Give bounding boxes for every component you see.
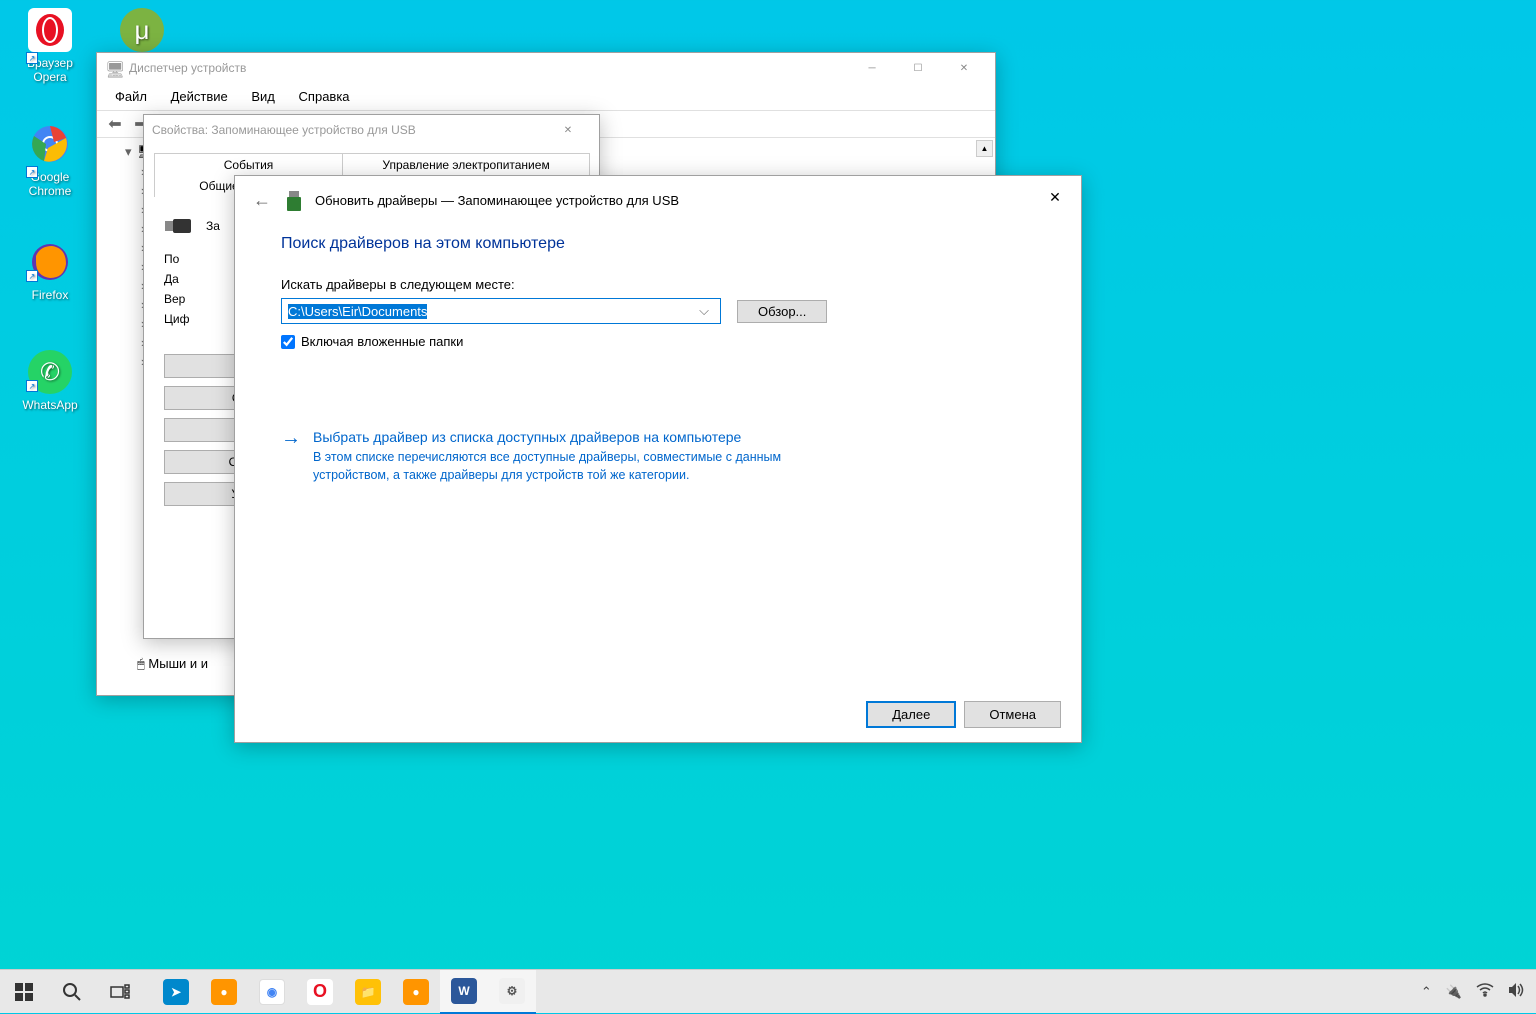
shortcut-arrow-icon: ↗ xyxy=(26,380,38,392)
desktop-icon-whatsapp[interactable]: ✆ ↗ WhatsApp xyxy=(12,350,88,412)
minimize-button[interactable]: ─ xyxy=(849,53,895,83)
taskbar: ➤ ● ◉ O 📁 ● W ⚙ ⌃ 🔌 xyxy=(0,969,1536,1013)
desktop-icon-label: Firefox xyxy=(12,288,88,302)
usb-device-icon xyxy=(164,210,196,242)
option-description: В этом списке перечисляются все доступны… xyxy=(313,449,843,484)
toolbar-back-icon[interactable]: ⬅ xyxy=(103,113,127,135)
props-close-button[interactable]: ✕ xyxy=(545,115,591,145)
maximize-button[interactable]: ☐ xyxy=(895,53,941,83)
taskbar-app-explorer[interactable]: 📁 xyxy=(344,970,392,1014)
driver-update-wizard: ✕ ← Обновить драйверы — Запоминающее уст… xyxy=(234,175,1082,743)
wizard-header: ← Обновить драйверы — Запоминающее устро… xyxy=(235,176,1081,225)
desktop-icon-chrome[interactable]: ↗ Google Chrome xyxy=(12,122,88,198)
tray-wifi-icon[interactable] xyxy=(1476,983,1494,1000)
devmgr-titlebar[interactable]: 🖥 Диспетчер устройств ─ ☐ ✕ xyxy=(97,53,995,83)
taskbar-app-firefox2[interactable]: ● xyxy=(392,970,440,1014)
shortcut-arrow-icon: ↗ xyxy=(26,270,38,282)
option-arrow-icon: → xyxy=(281,427,301,484)
system-tray: ⌃ 🔌 xyxy=(1421,982,1536,1001)
scroll-up-button[interactable]: ▲ xyxy=(976,140,993,157)
pick-from-list-option[interactable]: → Выбрать драйвер из списка доступных др… xyxy=(281,429,1035,484)
wizard-body: Поиск драйверов на этом компьютере Искат… xyxy=(235,225,1081,494)
driver-path-input[interactable]: C:\Users\Eir\Documents ⌵ xyxy=(281,298,721,324)
menu-action[interactable]: Действие xyxy=(161,85,238,108)
option-title: Выбрать драйвер из списка доступных драй… xyxy=(313,429,843,445)
props-title: Свойства: Запоминающее устройство для US… xyxy=(152,123,545,137)
taskbar-app-opera[interactable]: O xyxy=(296,970,344,1014)
wizard-back-button[interactable]: ← xyxy=(253,190,271,211)
path-value: C:\Users\Eir\Documents xyxy=(288,304,427,319)
desktop-icon-label: WhatsApp xyxy=(12,398,88,412)
tree-item[interactable]: 🖱 Мыши и и xyxy=(137,656,208,672)
shortcut-arrow-icon: ↗ xyxy=(26,52,38,64)
tab-events[interactable]: События xyxy=(154,153,343,176)
desktop-icon-label: Браузер Opera xyxy=(12,56,88,84)
taskbar-app-devmgr[interactable]: ⚙ xyxy=(488,970,536,1014)
device-name: За xyxy=(206,219,220,233)
next-button[interactable]: Далее xyxy=(866,701,956,728)
tray-power-icon[interactable]: 🔌 xyxy=(1446,984,1462,1000)
wizard-heading: Поиск драйверов на этом компьютере xyxy=(281,235,1035,253)
wizard-close-button[interactable]: ✕ xyxy=(1035,182,1075,212)
shortcut-arrow-icon: ↗ xyxy=(26,166,38,178)
driver-device-icon xyxy=(285,191,305,211)
include-subfolders-checkbox[interactable] xyxy=(281,335,295,349)
taskbar-app-word[interactable]: W xyxy=(440,970,488,1014)
taskbar-app-telegram[interactable]: ➤ xyxy=(152,970,200,1014)
devmgr-menubar: Файл Действие Вид Справка xyxy=(97,83,995,110)
path-dropdown-icon[interactable]: ⌵ xyxy=(694,303,714,319)
menu-view[interactable]: Вид xyxy=(241,85,285,108)
start-button[interactable] xyxy=(0,970,48,1014)
wizard-title: Обновить драйверы — Запоминающее устройс… xyxy=(315,193,679,208)
cancel-button[interactable]: Отмена xyxy=(964,701,1061,728)
taskbar-app-firefox[interactable]: ● xyxy=(200,970,248,1014)
tray-chevron-icon[interactable]: ⌃ xyxy=(1421,984,1432,1000)
desktop-icon-opera[interactable]: ↗ Браузер Opera xyxy=(12,8,88,84)
taskbar-app-chrome[interactable]: ◉ xyxy=(248,970,296,1014)
include-subfolders-label: Включая вложенные папки xyxy=(301,334,463,349)
desktop-icon-firefox[interactable]: ↗ Firefox xyxy=(12,240,88,302)
close-button[interactable]: ✕ xyxy=(941,53,987,83)
menu-help[interactable]: Справка xyxy=(289,85,360,108)
tab-power[interactable]: Управление электропитанием xyxy=(342,153,590,176)
props-titlebar[interactable]: Свойства: Запоминающее устройство для US… xyxy=(144,115,599,145)
search-button[interactable] xyxy=(48,970,96,1014)
devmgr-title: Диспетчер устройств xyxy=(129,61,849,75)
menu-file[interactable]: Файл xyxy=(105,85,157,108)
tray-volume-icon[interactable] xyxy=(1508,982,1526,1001)
task-view-button[interactable] xyxy=(96,970,144,1014)
desktop-icon-utorrent[interactable]: μ xyxy=(104,8,180,56)
devmgr-icon: 🖥 xyxy=(105,60,121,76)
search-location-label: Искать драйверы в следующем месте: xyxy=(281,277,1035,292)
wizard-footer: Далее Отмена xyxy=(866,701,1061,728)
desktop-icon-label: Google Chrome xyxy=(12,170,88,198)
browse-button[interactable]: Обзор... xyxy=(737,300,827,323)
